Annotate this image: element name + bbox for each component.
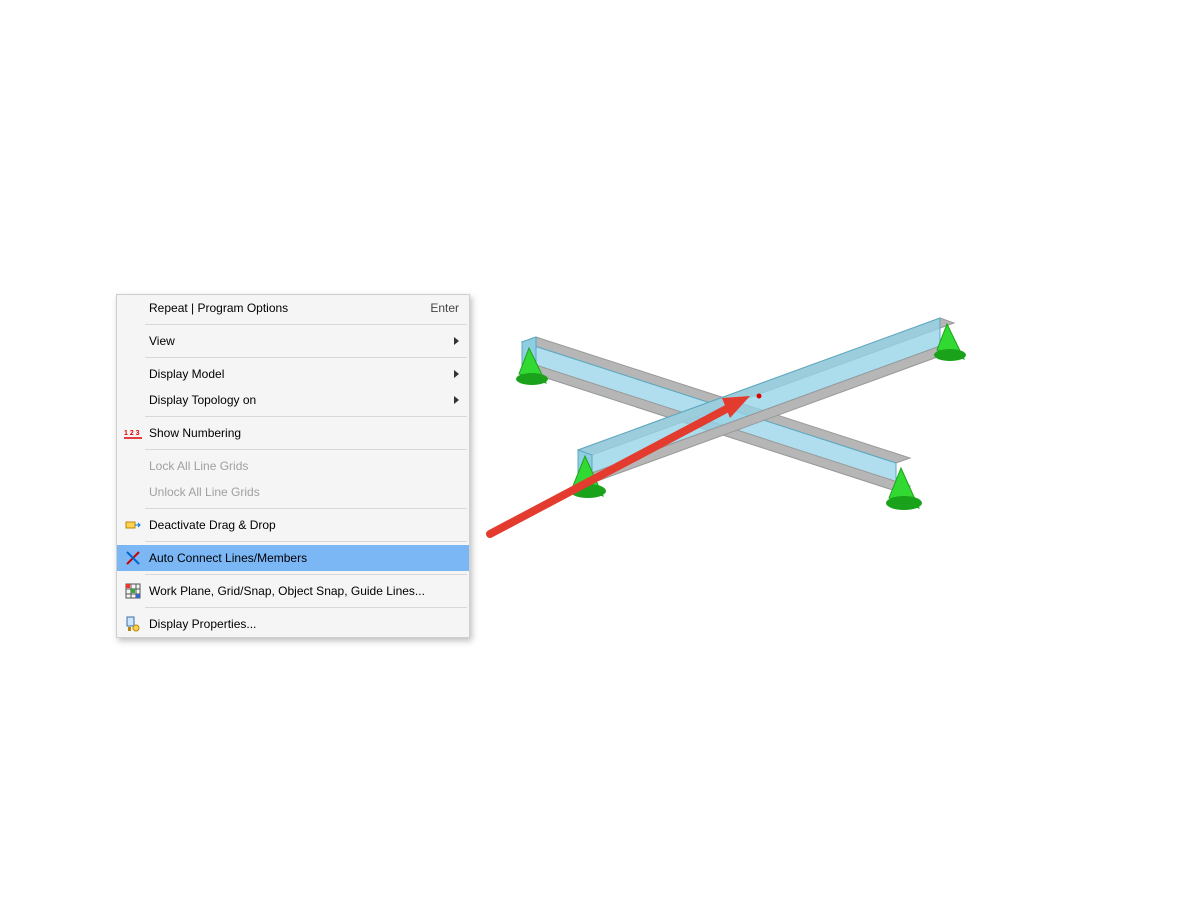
properties-icon <box>121 613 145 635</box>
menu-shortcut: Enter <box>430 301 459 315</box>
menu-item-unlock-grids: Unlock All Line Grids <box>117 479 469 505</box>
callout-arrow <box>490 396 750 534</box>
menu-label: Display Topology on <box>149 393 448 407</box>
menu-separator <box>145 324 467 325</box>
chevron-right-icon <box>454 396 459 404</box>
blank-icon <box>121 389 145 411</box>
menu-separator <box>145 607 467 608</box>
menu-item-lock-grids: Lock All Line Grids <box>117 453 469 479</box>
menu-item-view[interactable]: View <box>117 328 469 354</box>
grid-icon <box>121 580 145 602</box>
numbering-icon: 1 2 3 <box>121 422 145 444</box>
menu-item-display-model[interactable]: Display Model <box>117 361 469 387</box>
menu-item-work-plane[interactable]: Work Plane, Grid/Snap, Object Snap, Guid… <box>117 578 469 604</box>
chevron-right-icon <box>454 370 459 378</box>
model-viewport[interactable] <box>470 290 1110 550</box>
blank-icon <box>121 297 145 319</box>
menu-item-display-topology[interactable]: Display Topology on <box>117 387 469 413</box>
menu-label: Auto Connect Lines/Members <box>149 551 459 565</box>
menu-separator <box>145 357 467 358</box>
menu-item-display-properties[interactable]: Display Properties... <box>117 611 469 637</box>
drag-drop-icon <box>121 514 145 536</box>
menu-label: Repeat | Program Options <box>149 301 430 315</box>
blank-icon <box>121 330 145 352</box>
menu-separator <box>145 541 467 542</box>
intersection-node <box>757 394 762 399</box>
blank-icon <box>121 363 145 385</box>
menu-label: Work Plane, Grid/Snap, Object Snap, Guid… <box>149 584 459 598</box>
menu-label: Deactivate Drag & Drop <box>149 518 459 532</box>
menu-item-show-numbering[interactable]: 1 2 3 Show Numbering <box>117 420 469 446</box>
menu-label: View <box>149 334 448 348</box>
context-menu[interactable]: Repeat | Program Options Enter View Disp… <box>116 294 470 638</box>
svg-text:1 2 3: 1 2 3 <box>124 430 140 437</box>
menu-label: Display Properties... <box>149 617 459 631</box>
menu-item-repeat[interactable]: Repeat | Program Options Enter <box>117 295 469 321</box>
menu-item-deactivate-drag[interactable]: Deactivate Drag & Drop <box>117 512 469 538</box>
menu-label: Show Numbering <box>149 426 459 440</box>
menu-separator <box>145 449 467 450</box>
menu-label: Display Model <box>149 367 448 381</box>
menu-item-auto-connect[interactable]: Auto Connect Lines/Members <box>117 545 469 571</box>
blank-icon <box>121 481 145 503</box>
menu-separator <box>145 574 467 575</box>
blank-icon <box>121 455 145 477</box>
menu-separator <box>145 416 467 417</box>
connect-lines-icon <box>121 547 145 569</box>
chevron-right-icon <box>454 337 459 345</box>
menu-label: Lock All Line Grids <box>149 459 459 473</box>
menu-label: Unlock All Line Grids <box>149 485 459 499</box>
menu-separator <box>145 508 467 509</box>
